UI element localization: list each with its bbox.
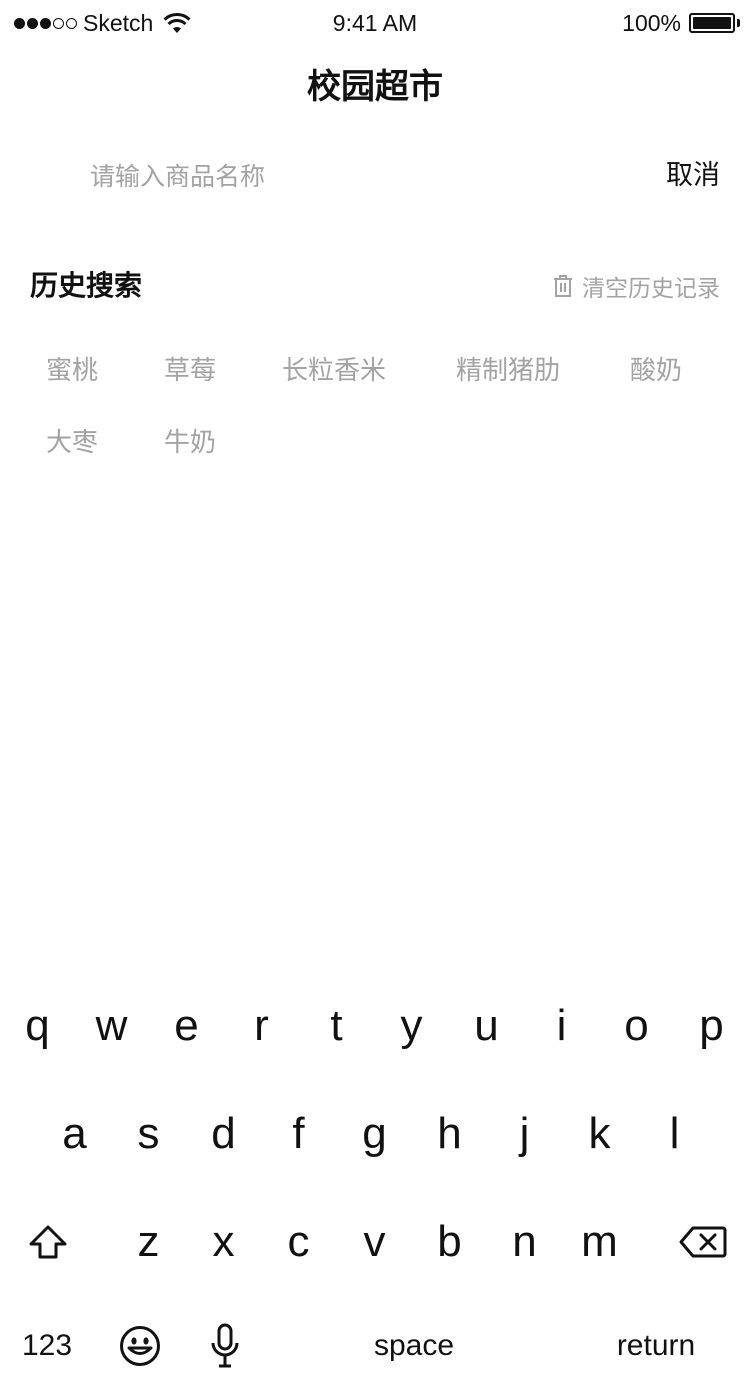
microphone-icon[interactable]: [200, 1320, 250, 1372]
key-d[interactable]: d: [186, 1088, 261, 1188]
key-c[interactable]: c: [261, 1196, 336, 1296]
clear-history-label: 清空历史记录: [582, 276, 720, 302]
battery-percent: 100%: [622, 9, 681, 36]
key-x[interactable]: x: [186, 1196, 261, 1296]
key-l[interactable]: l: [637, 1088, 712, 1188]
key-j[interactable]: j: [487, 1088, 562, 1188]
key-p[interactable]: p: [674, 980, 749, 1080]
key-g[interactable]: g: [337, 1088, 412, 1188]
space-key[interactable]: space: [300, 1306, 528, 1386]
status-bar: Sketch 9:41 AM 100%: [0, 0, 750, 46]
history-tag[interactable]: 精制猪肋: [440, 348, 576, 394]
history-tag[interactable]: 草莓: [148, 348, 232, 394]
search-input[interactable]: [90, 154, 610, 198]
key-a[interactable]: a: [37, 1088, 112, 1188]
key-n[interactable]: n: [487, 1196, 562, 1296]
history-tag[interactable]: 酸奶: [614, 348, 698, 394]
key-i[interactable]: i: [524, 980, 599, 1080]
key-q[interactable]: q: [0, 980, 75, 1080]
key-o[interactable]: o: [599, 980, 674, 1080]
clear-history-button[interactable]: 清空历史记录: [552, 264, 720, 308]
battery-icon: [689, 13, 735, 33]
history-tag[interactable]: 蜜桃: [30, 348, 114, 394]
return-key[interactable]: return: [590, 1306, 722, 1386]
key-m[interactable]: m: [562, 1196, 637, 1296]
key-u[interactable]: u: [449, 980, 524, 1080]
key-b[interactable]: b: [412, 1196, 487, 1296]
key-s[interactable]: s: [111, 1088, 186, 1188]
key-f[interactable]: f: [261, 1088, 336, 1188]
battery-tip: [737, 19, 740, 27]
key-k[interactable]: k: [562, 1088, 637, 1188]
key-t[interactable]: t: [299, 980, 374, 1080]
history-header: 历史搜索 清空历史记录: [30, 264, 720, 308]
key-w[interactable]: w: [74, 980, 149, 1080]
emoji-icon[interactable]: [112, 1320, 168, 1372]
numbers-key[interactable]: 123: [6, 1306, 88, 1386]
key-v[interactable]: v: [337, 1196, 412, 1296]
history-tag[interactable]: 牛奶: [148, 420, 232, 466]
keyboard: q w e r t y u i o p a s d f g h j k l z …: [0, 980, 750, 1396]
key-r[interactable]: r: [224, 980, 299, 1080]
status-bar-right: 100%: [622, 8, 740, 38]
history-title: 历史搜索: [30, 269, 143, 302]
page-title: 校园超市: [307, 67, 443, 107]
history-tag[interactable]: 长粒香米: [266, 348, 402, 394]
trash-icon: [554, 275, 572, 297]
cancel-button[interactable]: 取消: [666, 156, 720, 196]
key-z[interactable]: z: [111, 1196, 186, 1296]
key-e[interactable]: e: [149, 980, 224, 1080]
search-bar: 取消: [0, 150, 750, 202]
shift-icon[interactable]: [18, 1212, 78, 1272]
key-h[interactable]: h: [412, 1088, 487, 1188]
delete-icon[interactable]: [672, 1212, 734, 1272]
history-tag[interactable]: 大枣: [30, 420, 114, 466]
key-y[interactable]: y: [374, 980, 449, 1080]
